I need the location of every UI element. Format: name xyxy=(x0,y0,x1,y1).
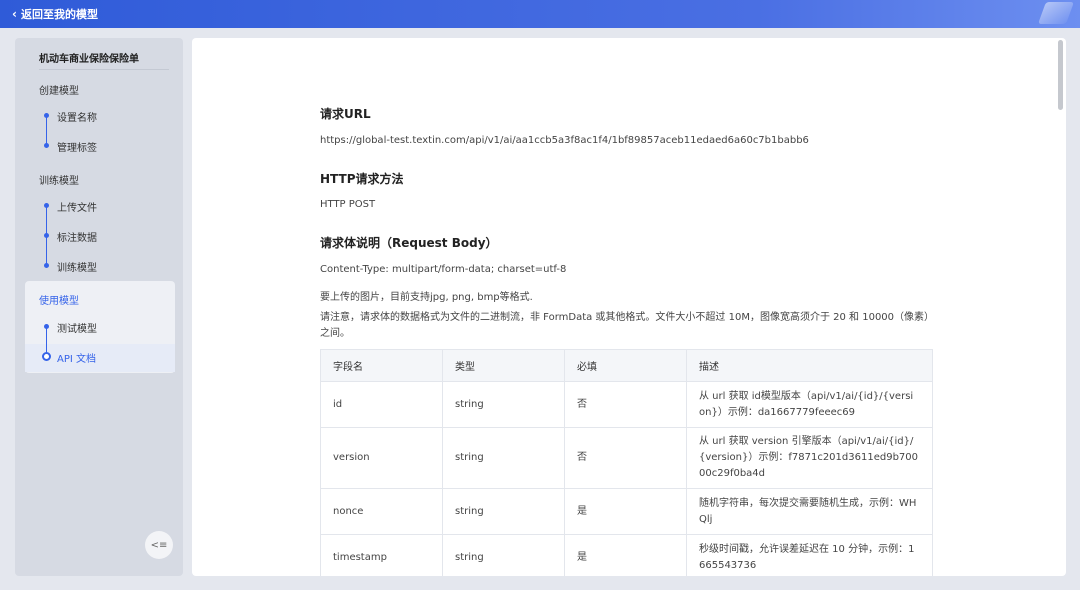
step-dot xyxy=(44,203,49,208)
sidebar-group-train: 训练模型 xyxy=(39,176,79,187)
column-header-field: 字段名 xyxy=(320,349,443,382)
format-note: 请注意，请求体的数据格式为文件的二进制流，非 FormData 或其他格式。文件… xyxy=(320,312,935,339)
cell-description: 随机字符串，每次提交需要随机生成，示例：WHQlj xyxy=(686,488,933,535)
api-doc-panel: 请求URL https://global-test.textin.com/api… xyxy=(192,38,1066,576)
step-dot xyxy=(44,324,49,329)
sidebar-item-manage-tags[interactable]: 管理标签 xyxy=(57,139,97,154)
cell-description: 秒级时间戳，允许误差延迟在 10 分钟，示例：1665543736 xyxy=(686,534,933,576)
column-header-required: 必填 xyxy=(564,349,687,382)
cell-description: 从 url 获取 version 引擎版本（api/v1/ai/{id}/{ve… xyxy=(686,427,933,489)
request-url-heading: 请求URL xyxy=(320,107,371,121)
cell-required: 是 xyxy=(564,534,687,576)
table-header-row: 字段名 类型 必填 描述 xyxy=(320,349,933,382)
cell-description: 从 url 获取 id模型版本（api/v1/ai/{id}/{version}… xyxy=(686,381,933,428)
cell-field: timestamp xyxy=(320,534,443,576)
scrollbar-thumb[interactable] xyxy=(1058,40,1063,110)
sidebar-item-upload-files[interactable]: 上传文件 xyxy=(57,199,97,214)
sidebar-group-use: 使用模型 xyxy=(39,296,79,307)
cell-type: string xyxy=(442,427,565,489)
http-method: HTTP POST xyxy=(320,199,376,210)
upload-note: 要上传的图片，目前支持jpg, png, bmp等格式. xyxy=(320,292,533,303)
step-dot xyxy=(44,143,49,148)
sidebar: 机动车商业保险保险单 创建模型 设置名称 管理标签 训练模型 上传文件 标注数据… xyxy=(15,38,183,576)
sidebar-item-test-model[interactable]: 测试模型 xyxy=(57,320,97,335)
sidebar-item-train-model[interactable]: 训练模型 xyxy=(57,259,97,274)
table-row: timestamp string 是 秒级时间戳，允许误差延迟在 10 分钟，示… xyxy=(320,534,933,576)
request-body-heading: 请求体说明（Request Body） xyxy=(320,236,498,250)
back-to-my-models-link[interactable]: ‹ 返回至我的模型 xyxy=(12,6,98,22)
model-title: 机动车商业保险保险单 xyxy=(39,54,139,65)
current-step-dot xyxy=(42,352,51,361)
cell-required: 否 xyxy=(564,381,687,428)
chevron-left-icon: ‹ xyxy=(12,7,17,21)
table-row: id string 否 从 url 获取 id模型版本（api/v1/ai/{i… xyxy=(320,381,933,428)
cell-field: id xyxy=(320,381,443,428)
cell-type: string xyxy=(442,534,565,576)
step-dot xyxy=(44,263,49,268)
cell-type: string xyxy=(442,381,565,428)
collapse-left-icon: <≡ xyxy=(150,539,168,551)
sidebar-item-annotate-data[interactable]: 标注数据 xyxy=(57,229,97,244)
collapse-sidebar-button[interactable]: <≡ xyxy=(145,531,173,559)
cell-field: version xyxy=(320,427,443,489)
back-label: 返回至我的模型 xyxy=(20,8,98,21)
http-method-heading: HTTP请求方法 xyxy=(320,172,404,186)
cell-field: nonce xyxy=(320,488,443,535)
sidebar-item-set-name[interactable]: 设置名称 xyxy=(57,109,97,124)
cell-required: 是 xyxy=(564,488,687,535)
sidebar-divider xyxy=(39,69,169,70)
sidebar-item-api-docs[interactable]: API 文档 xyxy=(57,350,96,365)
cell-required: 否 xyxy=(564,427,687,489)
column-header-description: 描述 xyxy=(686,349,933,382)
request-url: https://global-test.textin.com/api/v1/ai… xyxy=(320,135,809,146)
top-bar: ‹ 返回至我的模型 xyxy=(0,0,1080,28)
cell-type: string xyxy=(442,488,565,535)
request-fields-table: 字段名 类型 必填 描述 id string 否 从 url 获取 id模型版本… xyxy=(320,349,933,576)
header-decoration xyxy=(1037,2,1075,24)
sidebar-group-create: 创建模型 xyxy=(39,86,79,97)
table-row: nonce string 是 随机字符串，每次提交需要随机生成，示例：WHQlj xyxy=(320,488,933,535)
table-row: version string 否 从 url 获取 version 引擎版本（a… xyxy=(320,427,933,489)
step-dot xyxy=(44,113,49,118)
step-dot xyxy=(44,233,49,238)
content-type: Content-Type: multipart/form-data; chars… xyxy=(320,264,567,275)
column-header-type: 类型 xyxy=(442,349,565,382)
step-connector xyxy=(46,115,47,145)
